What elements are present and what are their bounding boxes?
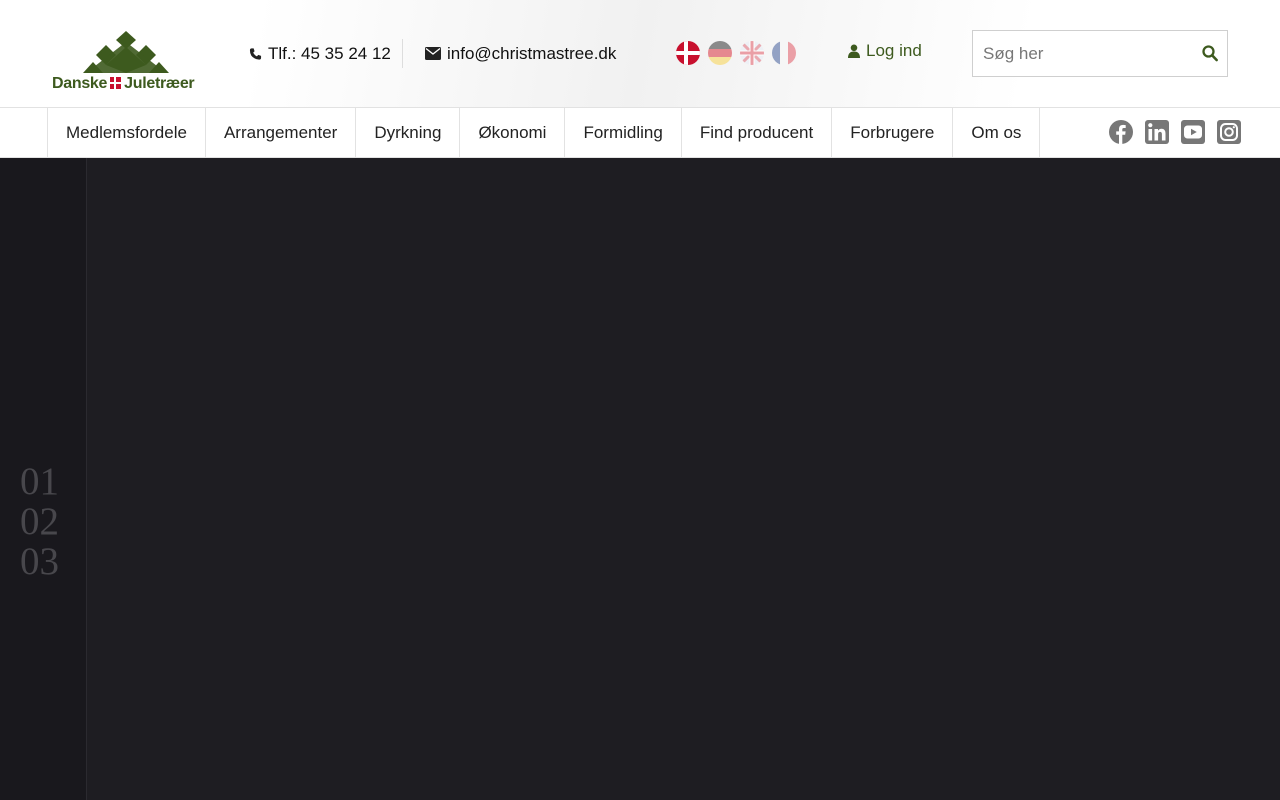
logo-text-right: Juletræer [124, 75, 195, 92]
slider-sidebar: 01 02 03 [0, 158, 87, 800]
nav-item-medlemsfordele[interactable]: Medlemsfordele [48, 108, 206, 157]
user-icon [848, 44, 860, 58]
logo[interactable]: Danske Juletræer [50, 30, 200, 96]
main-navigation: Medlemsfordele Arrangementer Dyrkning Øk… [0, 107, 1280, 158]
nav-item-find-producent[interactable]: Find producent [682, 108, 833, 157]
instagram-icon[interactable] [1217, 120, 1241, 144]
hero-slider: 01 02 03 [0, 158, 1280, 800]
email-label: info@christmastree.dk [447, 43, 617, 63]
language-german-flag-icon[interactable] [708, 41, 732, 65]
social-links [1109, 120, 1241, 144]
nav-item-forbrugere[interactable]: Forbrugere [832, 108, 954, 157]
search-box [972, 30, 1228, 77]
phone-link[interactable]: Tlf.: 45 35 24 12 [249, 39, 391, 68]
slide-number-3[interactable]: 03 [20, 542, 59, 582]
uk-flag-graphic [740, 41, 764, 65]
language-french-flag-icon[interactable] [772, 41, 796, 65]
language-danish-flag-icon[interactable] [676, 41, 700, 65]
slide-number-2[interactable]: 02 [20, 502, 59, 542]
email-link[interactable]: info@christmastree.dk [425, 39, 616, 68]
facebook-icon[interactable] [1109, 120, 1133, 144]
language-switcher [676, 41, 796, 65]
tree-logo-icon [83, 31, 169, 73]
nav-item-arrangementer[interactable]: Arrangementer [206, 108, 357, 157]
nav-menu: Medlemsfordele Arrangementer Dyrkning Øk… [47, 108, 1041, 157]
language-english-flag-icon[interactable] [740, 41, 764, 65]
youtube-icon[interactable] [1181, 120, 1205, 144]
logo-text-left: Danske [52, 75, 108, 92]
login-label: Log ind [866, 41, 922, 60]
search-icon[interactable] [1202, 45, 1218, 62]
phone-icon [249, 47, 262, 60]
logo-wordmark: Danske Juletræer [52, 75, 195, 93]
nav-item-formidling[interactable]: Formidling [565, 108, 682, 157]
nav-item-om-os[interactable]: Om os [953, 108, 1041, 157]
contact-divider [402, 39, 403, 68]
danish-flag-mark-icon [110, 77, 122, 89]
linkedin-icon[interactable] [1145, 120, 1169, 144]
phone-label: Tlf.: 45 35 24 12 [268, 43, 391, 63]
slide-pagination: 01 02 03 [20, 462, 59, 582]
envelope-icon [425, 47, 441, 60]
top-header: Danske Juletræer Tlf.: 45 35 24 12 info@c… [0, 0, 1280, 107]
login-link[interactable]: Log ind [848, 41, 922, 61]
search-input[interactable] [973, 31, 1183, 76]
nav-item-dyrkning[interactable]: Dyrkning [356, 108, 461, 157]
slide-number-1[interactable]: 01 [20, 462, 59, 502]
nav-item-okonomi[interactable]: Økonomi [460, 108, 566, 157]
